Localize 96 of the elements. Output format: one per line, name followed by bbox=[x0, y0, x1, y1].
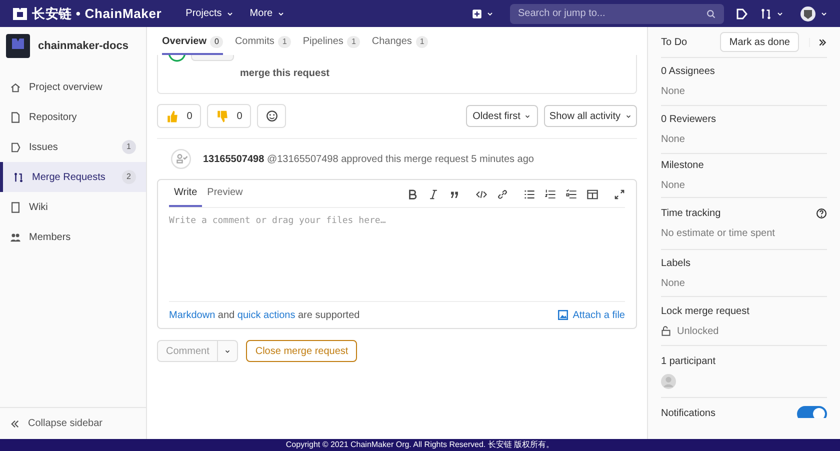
caret-icon bbox=[486, 10, 494, 18]
add-reaction-button[interactable] bbox=[257, 104, 286, 128]
people-icon bbox=[10, 232, 21, 242]
project-logo-icon bbox=[6, 34, 30, 58]
caret-icon bbox=[226, 10, 234, 18]
help-link[interactable]: Markdown bbox=[169, 310, 216, 320]
double-chevron-left-icon bbox=[10, 418, 20, 428]
avatar-icon bbox=[800, 6, 816, 22]
attach-file-button[interactable]: Attach a file bbox=[558, 308, 625, 322]
markdown-hint: Markdown and quick actions are supported bbox=[169, 308, 360, 322]
brand-name[interactable]: 长安链 • ChainMaker bbox=[32, 4, 162, 24]
task-list-icon bbox=[566, 189, 577, 200]
search-input[interactable]: Search or jump to... bbox=[518, 6, 706, 21]
section-title: 0 Assignees bbox=[661, 65, 716, 79]
sidebar-item[interactable]: Wiki bbox=[0, 192, 146, 222]
merge-requests-button[interactable] bbox=[760, 8, 784, 20]
plus-icon bbox=[472, 8, 482, 18]
notifications-label: Notifications bbox=[661, 407, 716, 418]
section-title: 0 Reviewers bbox=[661, 113, 718, 127]
merge-request-icon bbox=[760, 8, 772, 20]
quote-icon bbox=[449, 189, 460, 200]
todo-button[interactable] bbox=[736, 8, 748, 20]
caret-icon bbox=[276, 10, 285, 18]
mark-as-done-button[interactable]: Mark as done bbox=[720, 32, 799, 52]
reaction-button[interactable]: 0 bbox=[207, 104, 251, 128]
section-title: Milestone bbox=[661, 159, 705, 173]
todo-label: To Do bbox=[661, 36, 688, 50]
editor-tab[interactable]: Preview bbox=[202, 185, 248, 207]
sidebar-item[interactable]: Repository bbox=[0, 102, 146, 132]
nav-menu[interactable]: More bbox=[250, 6, 285, 21]
participant-avatar-icon bbox=[661, 374, 676, 389]
merge-request-icon bbox=[13, 172, 24, 182]
tab[interactable]: Changes 1 bbox=[372, 28, 428, 55]
approval-icon bbox=[171, 149, 191, 169]
caret-icon bbox=[820, 10, 828, 18]
italic-icon bbox=[428, 189, 439, 200]
count-badge: 2 bbox=[122, 170, 136, 184]
sidebar-item[interactable]: Issues 1 bbox=[0, 132, 146, 162]
help-link[interactable]: quick actions bbox=[237, 310, 296, 320]
activity-text: 13165507498 @13165507498 approved this merge request 5 minutes ago bbox=[203, 152, 534, 166]
book-icon bbox=[10, 202, 21, 212]
issue-icon bbox=[10, 142, 21, 152]
thumbs-down-icon bbox=[216, 110, 229, 122]
new-menu-button[interactable] bbox=[472, 8, 494, 18]
section-value: None bbox=[661, 85, 685, 99]
tab[interactable]: Pipelines 1 bbox=[302, 28, 360, 55]
fullscreen-icon bbox=[614, 189, 625, 200]
search-field[interactable]: Search or jump to... bbox=[510, 4, 724, 24]
editor-tab[interactable]: Write bbox=[169, 185, 202, 207]
sidebar-item[interactable]: Project overview bbox=[0, 72, 146, 102]
image-icon bbox=[558, 310, 568, 320]
double-chevron-right-icon bbox=[818, 38, 827, 46]
count-badge: 1 bbox=[122, 140, 136, 154]
section-value: No estimate or time spent bbox=[661, 227, 775, 241]
table-icon bbox=[587, 189, 598, 200]
caret-icon bbox=[624, 112, 632, 120]
section-value: None bbox=[661, 276, 685, 290]
document-icon bbox=[10, 112, 21, 122]
widget-text: merge this request bbox=[240, 67, 330, 81]
section-title: Time tracking bbox=[661, 207, 722, 221]
user-menu-button[interactable] bbox=[800, 6, 828, 22]
thumbs-up-icon bbox=[166, 110, 179, 122]
bold-icon bbox=[407, 189, 418, 200]
search-icon bbox=[706, 8, 716, 18]
filter-dropdown[interactable]: Show all activity bbox=[544, 105, 637, 127]
reaction-button[interactable]: 0 bbox=[157, 104, 201, 128]
section-title: 1 participant bbox=[661, 355, 716, 369]
logo-icon bbox=[12, 6, 28, 22]
sidebar-item[interactable]: Merge Requests 2 bbox=[0, 162, 146, 192]
smiley-icon bbox=[266, 110, 278, 122]
bullet-list-icon bbox=[524, 189, 535, 200]
tab[interactable]: Commits 1 bbox=[234, 28, 291, 55]
sort-dropdown[interactable]: Oldest first bbox=[466, 105, 538, 127]
caret-icon bbox=[776, 10, 784, 18]
comment-field[interactable]: Write a comment or drag your files here… bbox=[169, 208, 625, 301]
caret-icon bbox=[524, 112, 532, 120]
sidebar-item[interactable]: Members bbox=[0, 222, 146, 252]
home-icon bbox=[10, 82, 21, 92]
numbered-list-icon bbox=[545, 189, 556, 200]
comment-editor[interactable]: Write Preview Write a comment or drag your files here… Markdown and quick actions are supported Attach a file bbox=[157, 179, 637, 329]
project-name[interactable]: chainmaker-docs bbox=[38, 38, 128, 54]
code-icon bbox=[476, 189, 487, 200]
expand-sidebar-button[interactable] bbox=[809, 38, 827, 46]
section-title: Labels bbox=[661, 256, 692, 270]
section-value: None bbox=[661, 179, 685, 193]
nav-menu[interactable]: Projects bbox=[186, 6, 234, 21]
caret-icon bbox=[224, 348, 232, 354]
section-value: Unlocked bbox=[677, 324, 719, 338]
section-title: Lock merge request bbox=[661, 304, 750, 318]
todo-icon bbox=[736, 8, 748, 20]
notifications-toggle[interactable] bbox=[797, 406, 827, 418]
help-icon bbox=[816, 208, 827, 219]
section-value: None bbox=[661, 133, 685, 147]
copyright-text: Copyright © 2021 ChainMaker Org. All Rights Reserved. 长安链 版权所有。 bbox=[286, 441, 554, 449]
link-icon bbox=[497, 189, 508, 200]
unlocked-icon bbox=[661, 326, 671, 336]
